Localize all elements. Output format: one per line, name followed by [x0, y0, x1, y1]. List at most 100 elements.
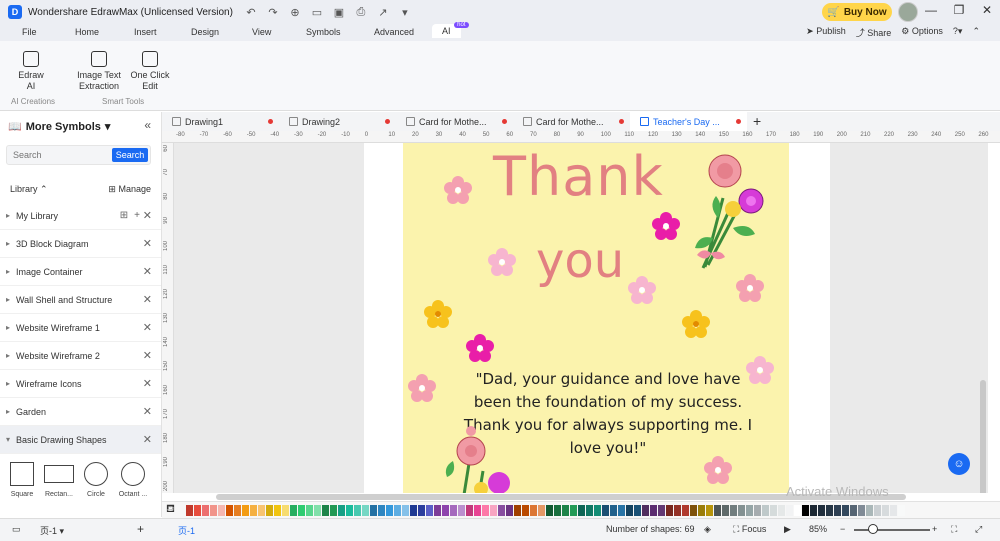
- color-swatch[interactable]: [802, 504, 809, 516]
- close-icon[interactable]: ✕: [143, 293, 152, 306]
- color-swatch[interactable]: [554, 504, 561, 516]
- color-swatch[interactable]: [794, 504, 801, 516]
- library-toggle[interactable]: Library ⌃: [10, 184, 48, 195]
- color-swatch[interactable]: [706, 504, 713, 516]
- color-swatch[interactable]: [898, 504, 905, 516]
- color-swatch[interactable]: [546, 504, 553, 516]
- color-swatch[interactable]: [538, 504, 545, 516]
- color-swatch[interactable]: [282, 504, 289, 516]
- menu-ai[interactable]: AI hot: [432, 22, 469, 38]
- color-swatch[interactable]: [394, 504, 401, 516]
- collapse-panel-icon[interactable]: «: [144, 118, 151, 132]
- library-item-wall-shell[interactable]: ▸ Wall Shell and Structure ✕: [0, 286, 161, 314]
- color-swatch[interactable]: [234, 504, 241, 516]
- color-swatch[interactable]: [690, 504, 697, 516]
- color-swatch[interactable]: [298, 504, 305, 516]
- color-swatch[interactable]: [274, 504, 281, 516]
- color-swatch[interactable]: [474, 504, 481, 516]
- print-icon[interactable]: ⎙: [353, 4, 369, 20]
- color-swatch[interactable]: [490, 504, 497, 516]
- library-item-wireframe-icons[interactable]: ▸ Wireframe Icons ✕: [0, 370, 161, 398]
- zoom-level[interactable]: 85%: [809, 524, 827, 534]
- color-swatch[interactable]: [618, 504, 625, 516]
- color-swatch[interactable]: [762, 504, 769, 516]
- fullscreen-icon[interactable]: ⤢: [975, 524, 982, 535]
- color-swatch[interactable]: [642, 504, 649, 516]
- edraw-ai-button[interactable]: Edraw AI: [14, 51, 48, 92]
- color-swatch[interactable]: [410, 504, 417, 516]
- color-swatch[interactable]: [226, 504, 233, 516]
- color-swatch[interactable]: [786, 504, 793, 516]
- import-icon[interactable]: ⊞: [120, 210, 128, 221]
- ai-assistant-icon[interactable]: ☺: [948, 453, 970, 475]
- color-swatch[interactable]: [338, 504, 345, 516]
- vertical-scrollbar[interactable]: [980, 380, 986, 493]
- menu-symbols[interactable]: Symbols: [306, 27, 341, 37]
- color-swatch[interactable]: [378, 504, 385, 516]
- color-swatch[interactable]: [714, 504, 721, 516]
- color-swatch[interactable]: [522, 504, 529, 516]
- color-swatch[interactable]: [602, 504, 609, 516]
- color-swatch[interactable]: [258, 504, 265, 516]
- library-item-basic-drawing-shapes[interactable]: ▾ Basic Drawing Shapes ✕: [0, 426, 161, 454]
- manage-button[interactable]: ⊞ Manage: [108, 184, 151, 195]
- library-item-garden[interactable]: ▸ Garden ✕: [0, 398, 161, 426]
- color-swatch[interactable]: [738, 504, 745, 516]
- color-swatch[interactable]: [354, 504, 361, 516]
- add-page-button[interactable]: +: [137, 522, 144, 536]
- library-item-image-container[interactable]: ▸ Image Container ✕: [0, 258, 161, 286]
- color-swatch[interactable]: [458, 504, 465, 516]
- color-swatch[interactable]: [346, 504, 353, 516]
- color-swatch[interactable]: [194, 504, 201, 516]
- tab-teachers-day[interactable]: Teacher's Day ...: [630, 112, 747, 131]
- shape-rectangle[interactable]: Rectan...: [42, 462, 76, 498]
- close-icon[interactable]: ✕: [143, 321, 152, 334]
- color-swatch[interactable]: [770, 504, 777, 516]
- color-swatch[interactable]: [610, 504, 617, 516]
- color-swatch[interactable]: [514, 504, 521, 516]
- color-swatch[interactable]: [306, 504, 313, 516]
- help-icon[interactable]: ?▾: [953, 26, 963, 39]
- color-swatch[interactable]: [250, 504, 257, 516]
- card-heading-you[interactable]: you: [536, 233, 624, 289]
- color-swatch[interactable]: [242, 504, 249, 516]
- close-icon[interactable]: ✕: [143, 377, 152, 390]
- open-folder-icon[interactable]: ▭: [309, 4, 325, 20]
- color-swatch[interactable]: [866, 504, 873, 516]
- more-dropdown-icon[interactable]: ▾: [397, 4, 413, 20]
- color-swatch[interactable]: [186, 504, 193, 516]
- shape-square[interactable]: Square: [8, 462, 36, 498]
- color-swatch[interactable]: [466, 504, 473, 516]
- thank-you-card[interactable]: Thank you "Dad, your guidance and love h…: [403, 143, 789, 493]
- add-tab-button[interactable]: +: [747, 112, 767, 131]
- minimize-icon[interactable]: —: [924, 3, 938, 17]
- menu-design[interactable]: Design: [191, 27, 219, 37]
- close-icon[interactable]: ✕: [143, 237, 152, 250]
- color-swatch[interactable]: [202, 504, 209, 516]
- color-swatch[interactable]: [722, 504, 729, 516]
- library-item-website-wireframe-1[interactable]: ▸ Website Wireframe 1 ✕: [0, 314, 161, 342]
- color-swatch[interactable]: [674, 504, 681, 516]
- color-swatch[interactable]: [730, 504, 737, 516]
- color-swatch[interactable]: [594, 504, 601, 516]
- one-click-edit-button[interactable]: One Click Edit: [130, 51, 170, 92]
- page-selector[interactable]: 页-1 ▾: [40, 524, 64, 537]
- color-swatch[interactable]: [698, 504, 705, 516]
- close-icon[interactable]: ✕: [143, 265, 152, 278]
- shape-circle[interactable]: Circle: [82, 462, 110, 498]
- library-item-my-library[interactable]: ▸ My Library ⊞ + ✕: [0, 202, 161, 230]
- color-swatch[interactable]: [890, 504, 897, 516]
- more-symbols-header[interactable]: 📖 More Symbols ▾: [8, 120, 110, 134]
- shape-octant[interactable]: Octant ...: [116, 462, 150, 498]
- add-icon[interactable]: +: [134, 210, 140, 221]
- color-swatch[interactable]: [650, 504, 657, 516]
- color-swatch[interactable]: [826, 504, 833, 516]
- page-tab-1[interactable]: 页-1: [178, 524, 195, 537]
- menu-insert[interactable]: Insert: [134, 27, 157, 37]
- color-swatch[interactable]: [842, 504, 849, 516]
- color-swatch[interactable]: [362, 504, 369, 516]
- color-swatch[interactable]: [442, 504, 449, 516]
- save-icon[interactable]: ▣: [331, 4, 347, 20]
- color-swatch[interactable]: [874, 504, 881, 516]
- color-swatch[interactable]: [530, 504, 537, 516]
